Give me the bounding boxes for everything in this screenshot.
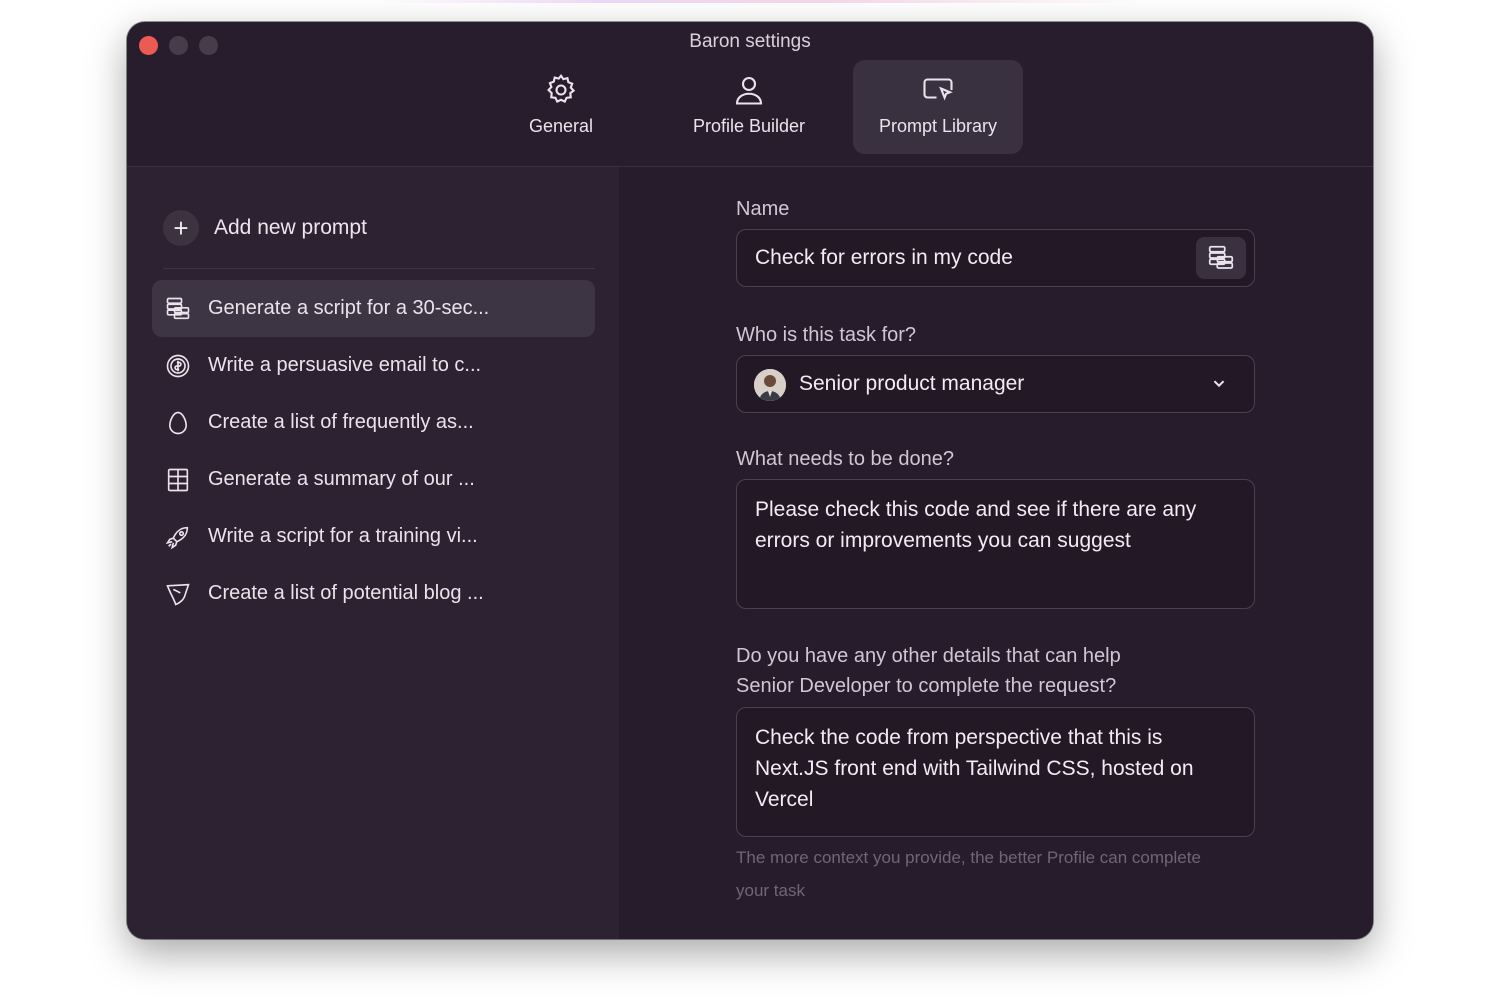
list-item-label: Create a list of frequently as... bbox=[208, 411, 474, 433]
audience-select[interactable]: Senior product manager bbox=[736, 355, 1255, 413]
building-icon bbox=[167, 468, 189, 491]
add-new-prompt-label: Add new prompt bbox=[214, 216, 367, 239]
what-label: What needs to be done? bbox=[736, 448, 954, 470]
gear-icon bbox=[547, 73, 576, 103]
list-item-label: Write a persuasive email to c... bbox=[208, 354, 482, 376]
helper-text: The more context you provide, the better… bbox=[736, 848, 1201, 900]
list-item-label: Generate a script for a 30-sec... bbox=[208, 297, 490, 319]
list-item-label: Generate a summary of our ... bbox=[208, 468, 475, 490]
tab-prompt-library-label: Prompt Library bbox=[878, 116, 998, 136]
details-textarea-value: Check the code from perspective that thi… bbox=[755, 726, 1194, 811]
audience-select-value: Senior product manager bbox=[799, 372, 1025, 395]
details-label-line2: Senior Developer to complete the request… bbox=[736, 675, 1117, 697]
chevron-down-icon bbox=[1213, 380, 1225, 388]
tab-profile-builder-label: Profile Builder bbox=[692, 116, 806, 136]
tab-general[interactable]: General bbox=[476, 60, 646, 154]
list-item[interactable]: Create a list of frequently as... bbox=[152, 394, 595, 451]
prompt-sidebar: + Add new prompt Generate a script for a… bbox=[127, 167, 619, 939]
list-item[interactable]: Write a script for a training vi... bbox=[152, 508, 595, 565]
icon-picker-button[interactable] bbox=[1196, 237, 1246, 279]
add-new-prompt-button[interactable]: + Add new prompt bbox=[163, 208, 367, 248]
who-label: Who is this task for? bbox=[736, 324, 917, 346]
titlebar: Baron settings General Profile Builder P… bbox=[127, 22, 1373, 167]
list-item[interactable]: Generate a script for a 30-sec... bbox=[152, 280, 595, 337]
name-field[interactable]: Check for errors in my code bbox=[736, 229, 1255, 287]
list-item[interactable]: Generate a summary of our ... bbox=[152, 451, 595, 508]
plus-icon: + bbox=[163, 210, 199, 246]
shield-icon bbox=[166, 583, 190, 606]
name-field-value: Check for errors in my code bbox=[755, 246, 1013, 269]
list-item-label: Write a script for a training vi... bbox=[208, 525, 478, 547]
database-icon bbox=[166, 297, 190, 319]
details-textarea[interactable]: Check the code from perspective that thi… bbox=[736, 707, 1255, 837]
name-label: Name bbox=[736, 198, 790, 220]
cursor-window-icon bbox=[923, 78, 953, 101]
list-item-label: Create a list of potential blog ... bbox=[208, 582, 484, 604]
egg-icon bbox=[169, 411, 187, 434]
task-textarea[interactable]: Please check this code and see if there … bbox=[736, 479, 1255, 609]
prompt-editor: Name Check for errors in my code Who is … bbox=[619, 167, 1373, 939]
window-title: Baron settings bbox=[689, 31, 811, 52]
list-item[interactable]: Create a list of potential blog ... bbox=[152, 565, 595, 622]
user-icon bbox=[735, 76, 763, 105]
top-glow-decoration bbox=[380, 0, 1140, 3]
avatar bbox=[754, 369, 786, 401]
tab-general-label: General bbox=[528, 116, 594, 136]
coin-icon bbox=[166, 354, 190, 377]
settings-window: Baron settings General Profile Builder P… bbox=[127, 22, 1373, 939]
rocket-icon bbox=[165, 526, 189, 549]
tab-profile-builder[interactable]: Profile Builder bbox=[664, 60, 834, 154]
database-icon bbox=[1208, 245, 1234, 269]
details-label-line1: Do you have any other details that can h… bbox=[736, 645, 1121, 667]
tab-prompt-library[interactable]: Prompt Library bbox=[853, 60, 1023, 154]
prompt-list: Generate a script for a 30-sec... Write … bbox=[152, 280, 595, 622]
sidebar-divider bbox=[163, 268, 595, 269]
settings-tabs: General Profile Builder Prompt Library bbox=[127, 60, 1373, 156]
task-textarea-value: Please check this code and see if there … bbox=[755, 498, 1197, 552]
list-item[interactable]: Write a persuasive email to c... bbox=[152, 337, 595, 394]
